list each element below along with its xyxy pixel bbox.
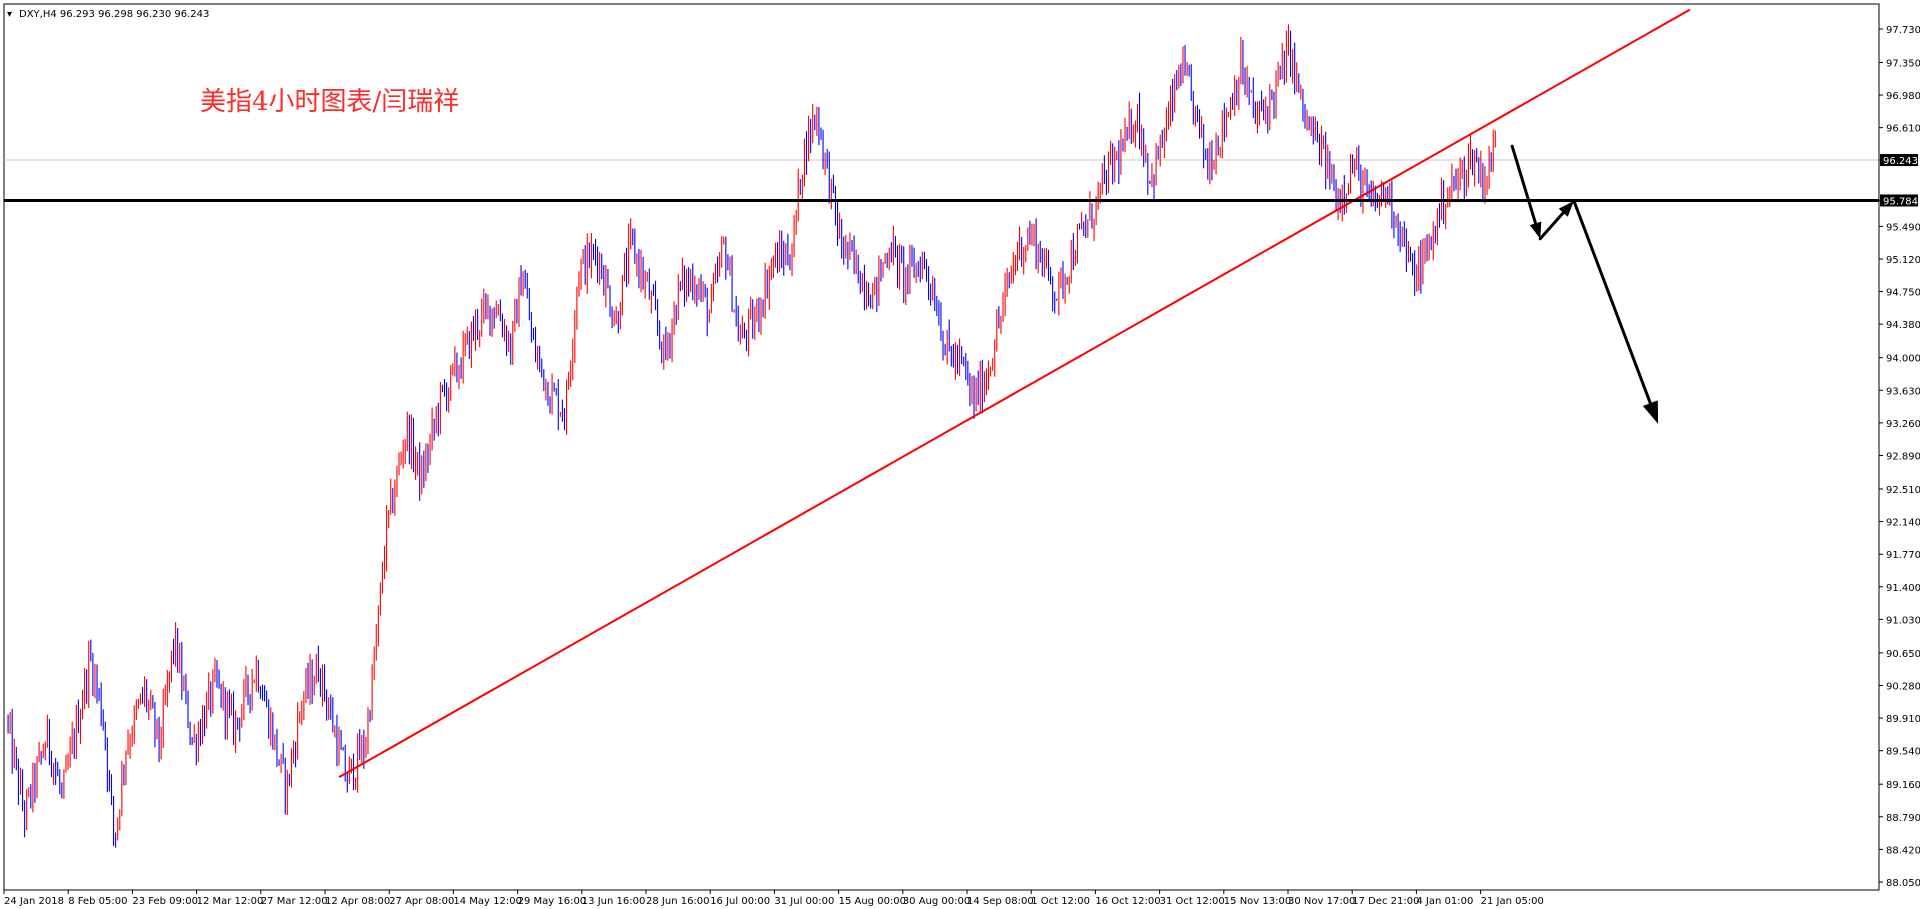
time-tick-label: 30 Nov 17:00 [1288,896,1355,907]
price-tick-label: 95.120 [1886,255,1920,266]
time-tick-label: 28 Jun 16:00 [646,896,710,907]
price-tick-label: 94.000 [1886,354,1920,365]
chart-annotation-title: 美指4小时图表/闫瑞祥 [200,87,459,117]
price-tick-label: 90.650 [1886,649,1920,660]
time-tick-label: 21 Jan 05:00 [1481,896,1544,907]
price-tick-label: 95.490 [1886,222,1920,233]
time-tick-label: 17 Dec 21:00 [1352,896,1419,907]
price-tick-label: 96.980 [1886,91,1920,102]
price-tick-label: 94.750 [1886,288,1920,299]
time-tick-label: 31 Oct 12:00 [1160,896,1225,907]
time-tick-label: 30 Aug 00:00 [903,896,970,907]
price-tick-label: 94.380 [1886,320,1920,331]
time-tick-label: 27 Mar 12:00 [261,896,328,907]
price-tick-label: 92.510 [1886,485,1920,496]
time-tick-label: 12 Mar 12:00 [197,896,264,907]
time-tick-label: 1 Oct 12:00 [1031,896,1090,907]
price-tick-label: 91.030 [1886,615,1920,626]
time-tick-label: 23 Feb 09:00 [132,896,198,907]
price-tick-label: 89.160 [1886,780,1920,791]
time-tick-label: 31 Jul 00:00 [774,896,834,907]
price-tick-label: 88.420 [1886,845,1920,856]
price-tick-label: 91.770 [1886,550,1920,561]
time-tick-label: 16 Jul 00:00 [710,896,770,907]
price-tick-label: 88.790 [1886,813,1920,824]
price-tick-label: 90.280 [1886,681,1920,692]
time-tick-label: 12 Apr 08:00 [325,896,390,907]
price-tick-label: 97.350 [1886,58,1920,69]
symbol-ohlc-readout: DXY,H4 96.293 96.298 96.230 96.243 [19,9,209,20]
support-price-label: 95.784 [1883,196,1918,207]
time-tick-label: 16 Oct 12:00 [1095,896,1160,907]
price-tick-label: 96.610 [1886,124,1920,135]
header-triangle-icon: ▾ [7,9,12,20]
time-tick-label: 8 Feb 05:00 [68,896,127,907]
time-tick-label: 29 May 16:00 [518,896,587,907]
plot-area-frame [3,3,1880,891]
price-tick-label: 93.260 [1886,419,1920,430]
price-tick-label: 89.910 [1886,714,1920,725]
time-tick-label: 13 Jun 16:00 [582,896,646,907]
price-tick-label: 91.400 [1886,583,1920,594]
price-tick-label: 92.890 [1886,451,1920,462]
time-tick-label: 14 May 12:00 [453,896,522,907]
current-price-label: 96.243 [1883,156,1918,167]
time-tick-label: 4 Jan 01:00 [1416,896,1473,907]
time-tick-label: 15 Nov 13:00 [1224,896,1291,907]
time-tick-label: 14 Sep 08:00 [967,896,1034,907]
time-tick-label: 24 Jan 2018 [4,896,64,907]
price-tick-label: 92.140 [1886,518,1920,529]
time-tick-label: 15 Aug 00:00 [839,896,906,907]
price-tick-label: 93.630 [1886,386,1920,397]
price-tick-label: 97.730 [1886,25,1920,36]
candlestick-chart: 97.730 97.350 96.980 96.610 96.243 95.784 95.4… [3,3,1920,907]
time-tick-label: 27 Apr 08:00 [389,896,454,907]
price-tick-label: 88.050 [1886,878,1920,889]
price-tick-label: 89.540 [1886,747,1920,758]
